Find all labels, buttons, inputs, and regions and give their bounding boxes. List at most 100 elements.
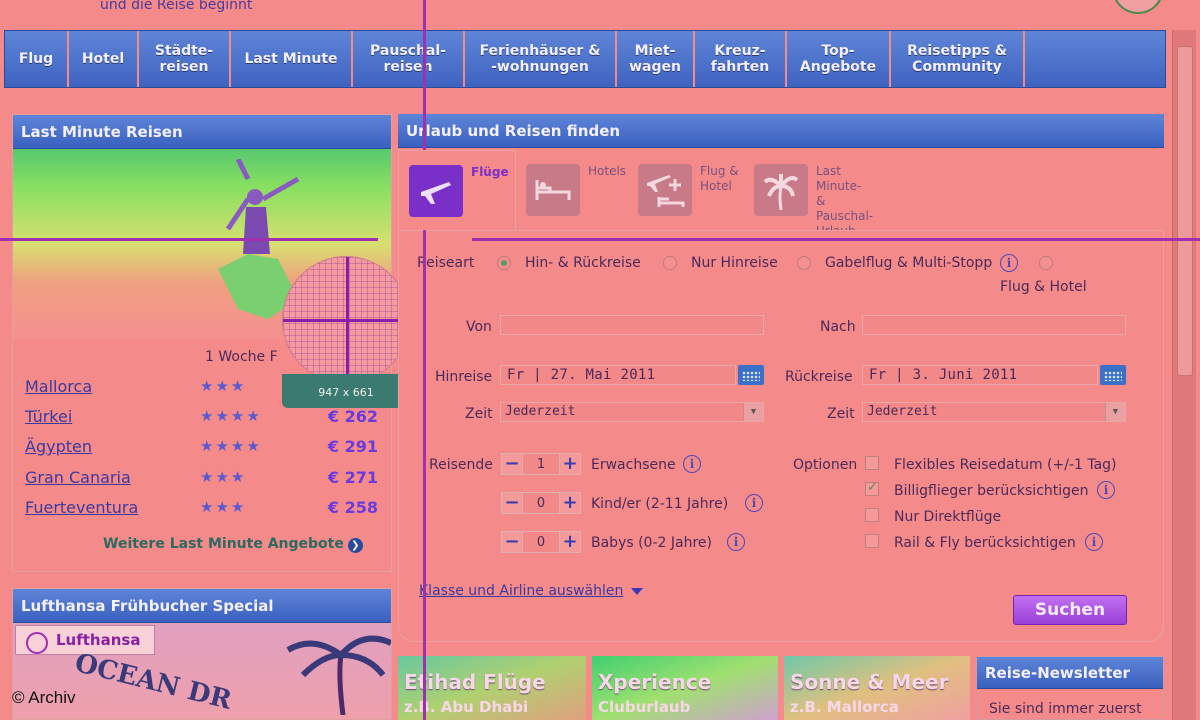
option-direktfluege-label[interactable]: Nur Direktflüge — [894, 509, 1001, 525]
von-input[interactable] — [500, 315, 764, 335]
increment-children-button[interactable]: + — [559, 492, 581, 514]
radio-nur-hin[interactable] — [663, 256, 677, 270]
tab-hotels-label: Hotels — [588, 164, 627, 178]
lufthansa-logo-text: Lufthansa — [56, 631, 141, 649]
decrement-adults-button[interactable]: − — [501, 453, 523, 475]
decrement-babies-button[interactable]: − — [501, 531, 523, 553]
klasse-airline-link[interactable]: Klasse und Airline auswählen — [419, 583, 644, 599]
option-rail-fly-label[interactable]: Rail & Fly berücksichtigen — [894, 535, 1076, 551]
radio-nur-hin-label[interactable]: Nur Hinreise — [691, 255, 778, 271]
nav-item-top-angebote[interactable]: Top- Angebote — [787, 31, 891, 87]
zeit-rueck-value: Jederzeit — [867, 404, 938, 419]
promo-tile-xperience[interactable]: Xperience Cluburlaub — [592, 656, 778, 720]
palm-tree-graphic — [286, 635, 391, 715]
hinreise-input[interactable]: Fr | 27. Mai 2011 — [500, 365, 736, 385]
magnifier-lens — [282, 256, 411, 385]
decrement-children-button[interactable]: − — [501, 492, 523, 514]
tab-hotels[interactable]: Hotels — [516, 150, 634, 230]
radio-gabelflug[interactable] — [797, 256, 811, 270]
deal-stars: ★★★★ — [200, 407, 262, 425]
magnifier-overlay: 947 x 661 — [282, 256, 411, 408]
option-billigflieger-label[interactable]: Billigflieger berücksichtigen — [894, 483, 1089, 499]
tab-last-minute[interactable]: Last Minute- & Pauschal- Urlaub — [744, 150, 884, 238]
deal-row: Ägypten ★★★★ € 291 — [25, 437, 380, 459]
radio-hin-rueck[interactable] — [497, 256, 511, 270]
search-button[interactable]: Suchen — [1013, 595, 1127, 625]
rueckreise-input[interactable]: Fr | 3. Juni 2011 — [862, 365, 1098, 385]
deal-stars: ★★★ — [200, 498, 247, 516]
zeit-rueck-label: Zeit — [827, 406, 855, 422]
deal-price[interactable]: € 271 — [328, 468, 378, 487]
zeit-hin-value: Jederzeit — [505, 404, 576, 419]
deal-destination-link[interactable]: Ägypten — [25, 437, 92, 456]
info-icon[interactable]: i — [745, 494, 763, 512]
info-icon[interactable]: i — [683, 455, 701, 473]
nav-item-reisetipps[interactable]: Reisetipps & Community — [891, 31, 1025, 87]
plane-bed-icon — [638, 164, 692, 216]
scrollbar-thumb[interactable] — [1177, 46, 1193, 376]
deal-destination-link[interactable]: Türkei — [25, 407, 72, 426]
deal-stars: ★★★ — [200, 468, 247, 486]
increment-babies-button[interactable]: + — [559, 531, 581, 553]
nav-item-pauschalreisen[interactable]: Pauschal- reisen — [353, 31, 465, 87]
calendar-icon[interactable] — [1100, 365, 1126, 385]
increment-adults-button[interactable]: + — [559, 453, 581, 475]
nav-item-staedtereisen[interactable]: Städte- reisen — [139, 31, 231, 87]
deal-row: Fuerteventura ★★★ € 258 — [25, 498, 380, 520]
seal-logo — [1112, 0, 1164, 14]
nav-item-mietwagen[interactable]: Miet- wagen — [617, 31, 695, 87]
checkbox-billigflieger[interactable] — [865, 480, 879, 496]
info-icon[interactable]: i — [1085, 533, 1103, 551]
reisende-label: Reisende — [429, 457, 493, 473]
radio-hin-rueck-label[interactable]: Hin- & Rückreise — [525, 255, 641, 271]
page-scrollbar[interactable] — [1172, 30, 1196, 720]
babies-label: Babys (0-2 Jahre) — [591, 535, 712, 551]
tab-last-minute-label: Last Minute- & Pauschal- Urlaub — [816, 164, 874, 238]
rueckreise-label: Rückreise — [785, 369, 853, 385]
nav-item-flug[interactable]: Flug — [5, 31, 69, 87]
tab-flug-hotel[interactable]: Flug & Hotel — [628, 150, 746, 230]
info-icon[interactable]: i — [1097, 481, 1115, 499]
newsletter-text: Sie sind immer zuerst — [989, 701, 1142, 717]
checkbox-flexibles-datum[interactable] — [865, 456, 879, 470]
deal-row: Gran Canaria ★★★ € 271 — [25, 468, 380, 490]
magnifier-size-label: 947 x 661 — [282, 374, 410, 408]
promo-tile-etihad[interactable]: Etihad Flüge z.B. Abu Dhabi — [398, 656, 586, 720]
deal-price[interactable]: € 262 — [328, 407, 378, 426]
palm-icon — [754, 164, 808, 216]
deal-destination-link[interactable]: Mallorca — [25, 377, 92, 396]
plane-icon — [409, 165, 463, 217]
nach-label: Nach — [820, 319, 856, 335]
info-icon[interactable]: i — [1000, 254, 1018, 272]
babies-count[interactable]: 0 — [523, 531, 559, 553]
children-count[interactable]: 0 — [523, 492, 559, 514]
nav-item-ferienhaeuser[interactable]: Ferienhäuser & -wohnungen — [465, 31, 617, 87]
zeit-rueck-select[interactable]: Jederzeit ▼ — [862, 402, 1126, 422]
optionen-label: Optionen — [793, 457, 858, 473]
nav-item-hotel[interactable]: Hotel — [69, 31, 139, 87]
crosshair-vertical-line — [423, 0, 426, 720]
calendar-icon[interactable] — [738, 365, 764, 385]
deal-destination-link[interactable]: Fuerteventura — [25, 498, 138, 517]
nav-item-kreuzfahrten[interactable]: Kreuz- fahrten — [695, 31, 787, 87]
promo-subtitle: z.B. Mallorca — [790, 698, 899, 716]
deal-price[interactable]: € 291 — [328, 437, 378, 456]
deal-destination-link[interactable]: Gran Canaria — [25, 468, 131, 487]
crosshair-horizontal-line — [472, 238, 1200, 241]
tab-fluege[interactable]: Flüge — [398, 150, 516, 230]
adults-count[interactable]: 1 — [523, 453, 559, 475]
promo-tile-sonne-meer[interactable]: Sonne & Meer z.B. Mallorca — [784, 656, 970, 720]
checkbox-direktfluege[interactable] — [865, 508, 879, 522]
nav-item-last-minute[interactable]: Last Minute — [231, 31, 353, 87]
info-icon[interactable]: i — [727, 533, 745, 551]
radio-flug-hotel-label[interactable]: Flug & Hotel — [1000, 279, 1087, 295]
deal-duration-label: 1 Woche F — [205, 349, 278, 365]
nach-input[interactable] — [862, 315, 1126, 335]
zeit-hin-select[interactable]: Jederzeit ▼ — [500, 402, 764, 422]
radio-flug-hotel[interactable] — [1039, 256, 1053, 270]
checkbox-rail-fly[interactable] — [865, 534, 879, 548]
deal-price[interactable]: € 258 — [328, 498, 378, 517]
more-last-minute-link[interactable]: Weitere Last Minute Angebote ❯ — [103, 536, 363, 553]
option-flexibles-datum-label[interactable]: Flexibles Reisedatum (+/-1 Tag) — [894, 457, 1117, 473]
radio-gabelflug-label[interactable]: Gabelflug & Multi-Stopp — [825, 255, 992, 271]
